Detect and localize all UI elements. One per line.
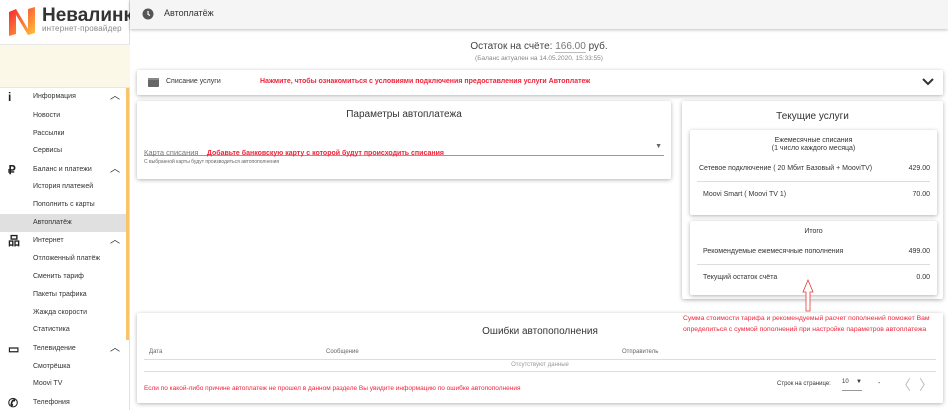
service-price: 429.00 xyxy=(909,165,930,172)
monthly-subtitle: (1 число каждого месяца) xyxy=(690,145,937,152)
info-icon: i xyxy=(8,88,11,106)
arrow-up-annotation-icon xyxy=(802,279,814,312)
balance-value: 166.00 xyxy=(555,41,586,53)
balance: Остаток на счёте: 166.00 руб. (Баланс ак… xyxy=(130,41,948,62)
card-select-label: Карта списания xyxy=(144,148,198,157)
sidebar-group-3[interactable]: ▭ Телевидение ︿ xyxy=(0,340,126,358)
balance-updated: (Баланс актуален на 14.05.2020, 15:33:55… xyxy=(130,55,948,62)
logo[interactable]: Невалинк интернет-провайдер xyxy=(0,0,130,45)
service-row: Сетевое подключение ( 20 Мбит Базовый + … xyxy=(697,165,930,182)
page-title: Автоплатёж xyxy=(164,8,214,18)
sidebar-item[interactable]: Новости xyxy=(0,107,126,125)
card-select-hint: Добавьте банковскую карту с которой буду… xyxy=(207,150,444,157)
monthly-title: Ежемесячные списания xyxy=(690,137,937,144)
service-row: Moovi Smart ( Moovi TV 1) 70.00 xyxy=(697,191,930,198)
service-name: Сетевое подключение ( 20 Мбит Базовый + … xyxy=(699,165,872,172)
sidebar-item[interactable]: Жажда скорости xyxy=(0,304,126,322)
sidebar-item[interactable]: Отложенный платёж xyxy=(0,250,126,268)
sidebar-group-2[interactable]: 品 Интернет ︿ xyxy=(0,232,126,250)
tv-icon: ▭ xyxy=(8,340,19,358)
prev-page-button[interactable]: 〈 xyxy=(897,375,911,395)
totals-title: Итого xyxy=(690,228,937,235)
sidebar-banner xyxy=(0,45,130,88)
service-hint: Нажмите, чтобы ознакомиться с условиями … xyxy=(260,78,590,85)
column-date[interactable]: Дата xyxy=(149,349,162,355)
chevron-up-icon[interactable]: ︿ xyxy=(110,88,120,106)
total-row: Рекомендуемые ежемесячные пополнения 499.… xyxy=(697,248,930,265)
services-card: Текущие услуги Ежемесячные списания (1 ч… xyxy=(682,101,943,299)
errors-table-header: Дата Сообщение Отправитель xyxy=(144,347,936,360)
next-page-button[interactable]: 〉 xyxy=(919,375,933,395)
errors-hint: Если по какой-либо причине автоплатеж не… xyxy=(144,385,521,392)
rows-per-page-value: 10 xyxy=(842,379,849,385)
sidebar-item[interactable]: Рассылки xyxy=(0,125,126,143)
total-value: 499.00 xyxy=(909,248,930,255)
phone-icon: ✆ xyxy=(8,394,18,412)
service-price: 70.00 xyxy=(912,191,930,198)
service-name: Moovi Smart ( Moovi TV 1) xyxy=(703,191,786,198)
sidebar-group-label: Информация xyxy=(33,88,76,106)
balance-currency: руб. xyxy=(589,41,608,52)
sidebar-group-label: Телевидение xyxy=(33,340,76,358)
balance-label: Остаток на счёте: xyxy=(470,41,552,52)
sidebar-group-4[interactable]: ✆ Телефония xyxy=(0,394,126,412)
total-value: 0.00 xyxy=(916,274,930,281)
sidebar-group-label: Телефония xyxy=(33,394,70,412)
page-range: - xyxy=(878,380,880,387)
wallet-icon xyxy=(148,78,159,87)
total-name: Рекомендуемые ежемесячные пополнения xyxy=(703,248,843,255)
column-message[interactable]: Сообщение xyxy=(326,349,359,355)
sidebar-group-label: Интернет xyxy=(33,232,64,250)
services-title: Текущие услуги xyxy=(682,111,943,122)
network-icon: 品 xyxy=(8,232,20,250)
service-label: Списание услуги xyxy=(166,78,221,85)
sidebar-item[interactable]: Смотрёшка xyxy=(0,358,126,376)
chevron-up-icon[interactable]: ︿ xyxy=(110,161,120,179)
ruble-icon: ₽ xyxy=(8,161,16,179)
column-sender[interactable]: Отправитель xyxy=(622,349,658,355)
sidebar-item[interactable]: Пополнить с карты xyxy=(0,196,126,214)
logo-subtitle: интернет-провайдер xyxy=(42,24,122,33)
sidebar-group-0[interactable]: i Информация ︿ xyxy=(0,88,126,106)
chevron-down-icon[interactable] xyxy=(922,78,934,86)
page-header: Автоплатёж xyxy=(130,0,948,29)
sidebar-item[interactable]: Статистика xyxy=(0,321,126,339)
clock-icon xyxy=(142,8,154,20)
params-card: Параметры автоплатежа Карта списания Доб… xyxy=(137,101,671,179)
errors-empty: Отсутствуют данные xyxy=(144,360,936,372)
sidebar-item[interactable]: Moovi TV xyxy=(0,375,126,393)
card-select-helper: С выбранной карты будут производиться ав… xyxy=(144,159,279,165)
monthly-box: Ежемесячные списания (1 число каждого ме… xyxy=(690,130,937,215)
dropdown-arrow-icon: ▼ xyxy=(856,379,862,385)
chevron-up-icon[interactable]: ︿ xyxy=(110,340,120,358)
sidebar-item[interactable]: Автоплатёж xyxy=(0,214,126,232)
sidebar-item[interactable]: Сменить тариф xyxy=(0,268,126,286)
service-expansion-panel[interactable]: Списание услуги Нажмите, чтобы ознакомит… xyxy=(137,70,943,95)
sidebar-item[interactable]: История платежей xyxy=(0,178,126,196)
logo-icon xyxy=(7,7,37,37)
dropdown-arrow-icon: ▼ xyxy=(655,143,662,150)
annotation-text: Сумма стоимости тарифа и рекомендуемый р… xyxy=(683,313,943,335)
params-title: Параметры автоплатежа xyxy=(137,109,671,120)
total-name: Текущий остаток счёта xyxy=(703,274,777,281)
card-select[interactable]: Карта списания Добавьте банковскую карту… xyxy=(144,142,664,156)
sidebar-item[interactable]: Пакеты трафика xyxy=(0,286,126,304)
sidebar-item[interactable]: Сервисы xyxy=(0,142,126,160)
sidebar-group-1[interactable]: ₽ Баланс и платежи ︿ xyxy=(0,161,126,179)
chevron-up-icon[interactable]: ︿ xyxy=(110,232,120,250)
rows-per-page-label: Строк на странице: xyxy=(777,381,831,387)
rows-per-page-select[interactable]: 10 ▼ xyxy=(842,379,862,391)
sidebar-scrollbar[interactable] xyxy=(126,88,129,340)
sidebar-group-label: Баланс и платежи xyxy=(33,161,92,179)
